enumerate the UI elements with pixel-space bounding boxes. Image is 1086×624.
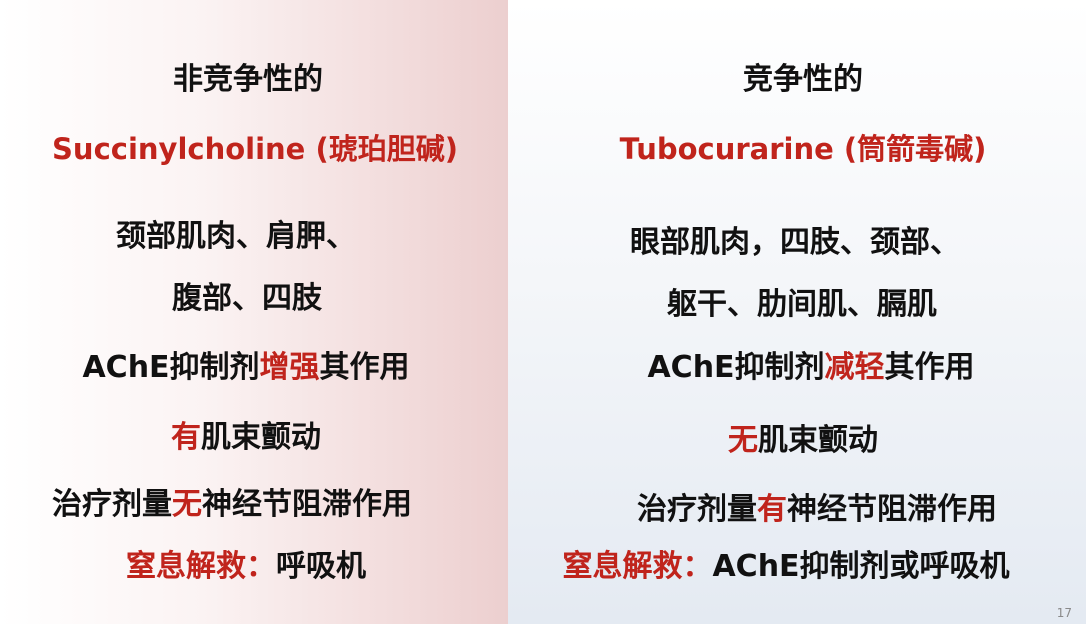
left-fasciculation-text: 肌束颤动 [201,420,321,455]
right-ganglion-suffix: 神经节阻滞作用 [787,492,997,527]
left-fasciculation-highlight: 有 [171,420,201,455]
left-rescue-label: 窒息解救： [126,549,276,584]
slide: 非竞争性的 Succinylcholine (琥珀胆碱) 颈部肌肉、肩胛、 腹部… [0,0,1086,624]
right-heading: 竞争性的 [743,62,863,97]
left-ache-suffix: 其作用 [319,350,410,385]
right-drug-name: Tubocurarine (筒箭毒碱) [619,132,987,166]
right-ache-highlight: 减轻 [824,350,885,385]
right-ganglion-prefix: 治疗剂量 [637,492,757,527]
right-fasciculation: 无肌束颤动 [728,423,878,459]
right-ache-suffix: 其作用 [884,350,975,385]
right-rescue: 窒息解救：AChE抑制剂或呼吸机 [562,549,1009,585]
left-ganglion-prefix: 治疗剂量 [52,487,172,522]
left-ache-effect: AChE抑制剂增强其作用 [82,350,409,386]
right-fasciculation-highlight: 无 [728,423,758,458]
right-ache-prefix: AChE抑制剂 [647,350,825,385]
left-ganglion-block: 治疗剂量无神经节阻滞作用 [52,487,412,523]
right-muscles-line1: 眼部肌肉，四肢、颈部、 [630,225,960,260]
left-ache-prefix: AChE抑制剂 [82,350,260,385]
right-ache-effect: AChE抑制剂减轻其作用 [647,350,974,386]
right-rescue-value: AChE抑制剂或呼吸机 [712,549,1010,584]
page-number: 17 [1056,606,1072,620]
left-rescue: 窒息解救：呼吸机 [126,549,366,585]
right-rescue-label: 窒息解救： [562,549,713,584]
right-fasciculation-text: 肌束颤动 [758,423,878,458]
left-rescue-value: 呼吸机 [276,549,366,584]
left-ache-highlight: 增强 [259,350,320,385]
left-heading: 非竞争性的 [173,62,323,97]
right-ganglion-block: 治疗剂量有神经节阻滞作用 [637,492,997,528]
left-muscles-line1: 颈部肌肉、肩胛、 [116,219,356,254]
left-ganglion-suffix: 神经节阻滞作用 [202,487,412,522]
left-fasciculation: 有肌束颤动 [171,420,321,456]
right-muscles-line2: 躯干、肋间肌、膈肌 [667,287,937,322]
left-drug-name: Succinylcholine (琥珀胆碱) [52,132,458,166]
left-muscles-line2: 腹部、四肢 [172,281,322,316]
left-ganglion-highlight: 无 [172,487,202,522]
right-ganglion-highlight: 有 [757,492,787,527]
